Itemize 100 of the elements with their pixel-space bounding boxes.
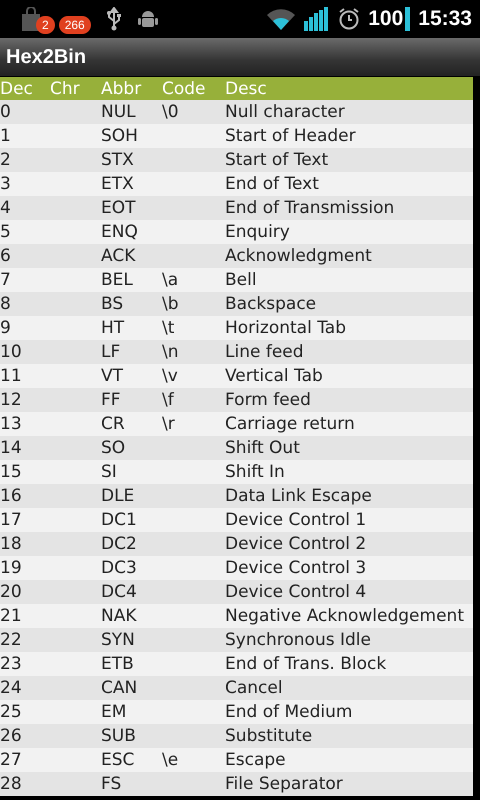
- table-cell-text: 11: [0, 366, 23, 386]
- table-row[interactable]: 16 DLE Data Link Escape: [0, 484, 473, 508]
- table-row[interactable]: 19 DC3 Device Control 3: [0, 556, 473, 580]
- table-cell-text: EM: [101, 702, 128, 722]
- table-cell-text: Start of Header: [225, 126, 357, 146]
- table-cell-text: CR: [101, 414, 126, 434]
- table-cell-text: 21: [0, 606, 23, 626]
- table-cell-text: \t: [162, 318, 176, 338]
- table-cell-text: ETX: [101, 174, 135, 194]
- table-row[interactable]: 13 CR \r Carriage return: [0, 412, 473, 436]
- table-cell-text: Shift Out: [225, 438, 301, 458]
- table-row[interactable]: 25 EM End of Medium: [0, 700, 473, 724]
- table-cell-text: \v: [162, 366, 179, 386]
- table-cell-text: \a: [162, 270, 180, 290]
- column-header: Dec: [0, 78, 34, 98]
- table-cell-text: Carriage return: [225, 414, 356, 434]
- notification-count: 266: [58, 16, 91, 34]
- table-cell-text: 28: [0, 774, 23, 794]
- table-cell-text: 24: [0, 678, 23, 698]
- table-cell-text: Device Control 4: [225, 582, 368, 602]
- table-cell-text: SUB: [101, 726, 137, 746]
- table-cell-text: Data Link Escape: [225, 486, 373, 506]
- table-row[interactable]: 6 ACK Acknowledgment: [0, 244, 473, 268]
- table-cell-text: End of Text: [225, 174, 320, 194]
- table-row[interactable]: 22 SYN Synchronous Idle: [0, 628, 473, 652]
- table-cell-text: Backspace: [225, 294, 318, 314]
- table-cell-text: 5: [0, 222, 12, 242]
- table-row[interactable]: 28 FS File Separator: [0, 772, 473, 796]
- clock: 15:33: [418, 7, 472, 31]
- table-cell-text: DC1: [101, 510, 138, 530]
- table-row[interactable]: 17 DC1 Device Control 1: [0, 508, 473, 532]
- table-cell-text: Null character: [225, 102, 346, 122]
- column-header: Desc: [225, 78, 268, 98]
- table-row[interactable]: 1 SOH Start of Header: [0, 124, 473, 148]
- table-cell-text: Device Control 1: [225, 510, 368, 530]
- table-row[interactable]: 4 EOT End of Transmission: [0, 196, 473, 220]
- table-cell-text: 6: [0, 246, 12, 266]
- table-row[interactable]: 8 BS \b Backspace: [0, 292, 473, 316]
- table-row[interactable]: 23 ETB End of Trans. Block: [0, 652, 473, 676]
- table-cell-text: 19: [0, 558, 23, 578]
- table-row[interactable]: 2 STX Start of Text: [0, 148, 473, 172]
- table-cell-text: Line feed: [225, 342, 305, 362]
- table-cell-text: SOH: [101, 126, 139, 146]
- table-row[interactable]: 21 NAK Negative Acknowledgement: [0, 604, 473, 628]
- usb-icon[interactable]: [104, 7, 123, 31]
- table-cell-text: Acknowledgment: [225, 246, 373, 266]
- table-cell-text: Start of Text: [225, 150, 330, 170]
- wifi-icon: [266, 8, 296, 30]
- table-cell-text: File Separator: [225, 774, 344, 794]
- table-cell-text: FF: [101, 390, 122, 410]
- table-cell-text: 20: [0, 582, 23, 602]
- table-cell-text: VT: [101, 366, 124, 386]
- table-cell-text: End of Medium: [225, 702, 354, 722]
- table-cell-text: HT: [101, 318, 126, 338]
- table-cell-text: \e: [162, 750, 180, 770]
- table-row[interactable]: 12 FF \f Form feed: [0, 388, 473, 412]
- table-row[interactable]: 10 LF \n Line feed: [0, 340, 473, 364]
- table-cell-text: BEL: [101, 270, 134, 290]
- table-cell-text: 9: [0, 318, 12, 338]
- table-row[interactable]: 20 DC4 Device Control 4: [0, 580, 473, 604]
- table-cell-text: DC3: [101, 558, 138, 578]
- table-row[interactable]: 5 ENQ Enquiry: [0, 220, 473, 244]
- table-cell-text: \r: [162, 414, 176, 434]
- table-cell-text: 23: [0, 654, 23, 674]
- table-cell-text: 13: [0, 414, 23, 434]
- table-cell-text: ENQ: [101, 222, 139, 242]
- table-row[interactable]: 0 NUL \0 Null character: [0, 100, 473, 124]
- table-cell-text: 1: [0, 126, 12, 146]
- alarm-clock-icon: [338, 8, 360, 30]
- table-cell-text: SYN: [101, 630, 136, 650]
- table-cell-text: Shift In: [225, 462, 286, 482]
- table-row[interactable]: 15 SI Shift In: [0, 460, 473, 484]
- table-cell-text: Substitute: [225, 726, 314, 746]
- table-cell-text: NAK: [101, 606, 138, 626]
- table-cell-text: Enquiry: [225, 222, 291, 242]
- table-cell-text: Vertical Tab: [225, 366, 324, 386]
- table-cell-text: Synchronous Idle: [225, 630, 372, 650]
- table-row[interactable]: 7 BEL \a Bell: [0, 268, 473, 292]
- table-cell-text: SO: [101, 438, 126, 458]
- table-cell-text: Negative Acknowledgement: [225, 606, 465, 626]
- table-row[interactable]: 14 SO Shift Out: [0, 436, 473, 460]
- table-cell-text: 25: [0, 702, 23, 722]
- table-cell-text: End of Trans. Block: [225, 654, 388, 674]
- table-row[interactable]: 11 VT \v Vertical Tab: [0, 364, 473, 388]
- table-cell-text: 12: [0, 390, 23, 410]
- table-row[interactable]: 27 ESC \e Escape: [0, 748, 473, 772]
- table-cell-text: FS: [101, 774, 122, 794]
- column-header: Abbr: [101, 78, 142, 98]
- table-row[interactable]: 24 CAN Cancel: [0, 676, 473, 700]
- table-row[interactable]: 3 ETX End of Text: [0, 172, 473, 196]
- table-cell-text: BS: [101, 294, 124, 314]
- table-row[interactable]: 26 SUB Substitute: [0, 724, 473, 748]
- table-row[interactable]: 9 HT \t Horizontal Tab: [0, 316, 473, 340]
- table-cell-text: \f: [162, 390, 175, 410]
- table-cell-text: CAN: [101, 678, 138, 698]
- table-row[interactable]: 18 DC2 Device Control 2: [0, 532, 473, 556]
- table-cell-text: 0: [0, 102, 12, 122]
- battery-icon: [405, 7, 410, 31]
- table-cell-text: 16: [0, 486, 23, 506]
- android-icon[interactable]: [136, 8, 159, 30]
